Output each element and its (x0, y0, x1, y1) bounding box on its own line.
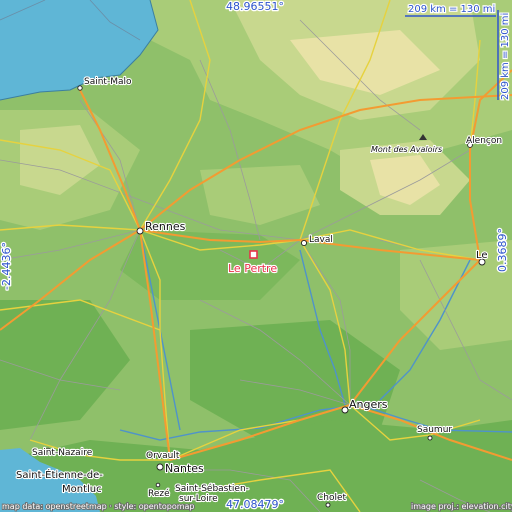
le-pertre-marker (249, 250, 258, 259)
south-coordinate: 47.08479° (226, 498, 284, 511)
label-saint-nazaire: Saint-Nazaire (32, 448, 93, 458)
label-nantes: Nantes (165, 462, 204, 475)
label-cholet: Cholet (317, 493, 347, 503)
reze-marker (155, 482, 161, 488)
east-coordinate: 0.3689° (496, 228, 509, 272)
label-orvault: Orvault (146, 451, 180, 461)
label-le-mans: Le (476, 250, 488, 261)
scale-label-horizontal: 209 km = 130 mi (408, 4, 495, 15)
label-laval: Laval (309, 235, 333, 245)
map-attribution: map data: openstreetmap · style: opentop… (2, 502, 195, 511)
label-saint-sebastien-1: Saint-Sébastien- (175, 483, 249, 494)
rennes-marker (136, 227, 144, 235)
saumur-marker (427, 435, 433, 441)
label-saint-etienne-2: Montluc (62, 484, 102, 495)
label-mont-des-avaloirs: Mont des Avaloirs (371, 145, 442, 154)
label-rennes: Rennes (145, 220, 186, 233)
projection-attribution: image proj.: elevation.city (411, 502, 512, 511)
label-saint-malo: Saint-Malo (84, 77, 132, 87)
west-coordinate: -2.4436° (0, 242, 13, 290)
north-coordinate: 48.96551° (226, 0, 284, 13)
nantes-marker (156, 463, 164, 471)
label-reze: Rezé (148, 488, 170, 499)
laval-marker (300, 239, 308, 247)
relief-map: Saint-Malo Rennes Laval Le Alençon Mont … (0, 0, 512, 512)
label-angers: Angers (349, 398, 388, 411)
label-saumur: Saumur (417, 425, 452, 435)
label-saint-etienne-1: Saint-Étienne-de- (16, 468, 103, 481)
saint-malo-marker (77, 85, 83, 91)
cholet-marker (325, 502, 331, 508)
scale-label-vertical: 209 km = 130 mi (500, 13, 511, 100)
label-le-pertre: Le Pertre (228, 262, 277, 275)
angers-marker (341, 406, 349, 414)
label-alencon: Alençon (466, 136, 502, 146)
